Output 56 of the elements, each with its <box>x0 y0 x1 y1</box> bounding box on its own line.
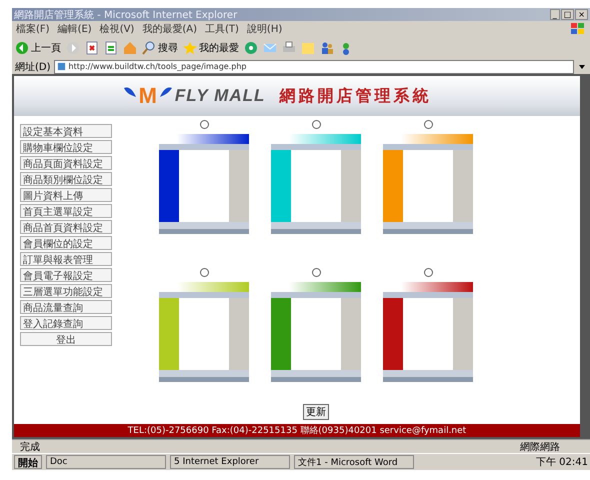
status-text: 完成 <box>20 440 40 454</box>
menu-item[interactable]: 檔案(F) <box>16 22 50 36</box>
search-button[interactable]: 搜尋 <box>142 41 178 55</box>
wing-icon <box>122 86 137 98</box>
window-title: 網路開店管理系統 - Microsoft Internet Explorer <box>14 8 238 22</box>
back-button[interactable]: 上一頁 <box>15 41 61 55</box>
sidebar-button[interactable]: 登入記錄查詢 <box>20 316 112 330</box>
address-label: 網址(D) <box>15 60 51 74</box>
menu-item[interactable]: 說明(H) <box>246 22 282 36</box>
taskbar-button[interactable]: 文件1 - Microsoft Word <box>294 455 414 469</box>
print-icon[interactable] <box>282 41 296 55</box>
stop-icon[interactable] <box>85 41 99 55</box>
radio-button[interactable] <box>200 268 208 277</box>
radio-button[interactable] <box>424 268 432 277</box>
favorites-button[interactable]: 我的最愛 <box>183 41 239 55</box>
sidebar-button[interactable]: 登出 <box>20 332 112 346</box>
wing-icon <box>158 86 173 98</box>
window-control-button[interactable]: □ <box>560 9 574 20</box>
star-icon <box>183 41 197 55</box>
logo-letter: M <box>138 85 157 107</box>
address-field[interactable]: http://www.buildtw.ch/tools_page/image.php <box>54 60 574 74</box>
sidebar-button[interactable]: 首頁主選單設定 <box>20 204 112 218</box>
sidebar-button[interactable]: 三層選單功能設定 <box>20 284 112 298</box>
radio-button[interactable] <box>424 120 432 129</box>
taskbar-button[interactable]: 5 Internet Explorer <box>170 455 290 469</box>
menu-item[interactable]: 我的最愛(A) <box>142 22 197 36</box>
sidebar-button[interactable]: 會員電子報設定 <box>20 268 112 282</box>
menu-item[interactable]: 編輯(E) <box>58 22 92 36</box>
sidebar-button[interactable]: 訂單與報表管理 <box>20 252 112 266</box>
sidebar-button[interactable]: 會員欄位的設定 <box>20 236 112 250</box>
sidebar-button[interactable]: 商品頁面資料設定 <box>20 156 112 170</box>
sidebar-button[interactable]: 商品流量查詢 <box>20 300 112 314</box>
start-button[interactable]: 開始 <box>14 455 42 469</box>
radio-button[interactable] <box>312 120 320 129</box>
clock: 下午 02:41 <box>536 456 588 469</box>
windows-logo-icon <box>570 22 586 36</box>
people-icon[interactable] <box>320 41 334 55</box>
radio-button[interactable] <box>312 268 320 277</box>
menu-item[interactable]: 工具(T) <box>205 22 239 36</box>
sidebar-button[interactable]: 設定基本資料 <box>20 124 112 138</box>
sidebar-button[interactable]: 圖片資料上傳 <box>20 188 112 202</box>
sidebar-button[interactable]: 購物車欄位設定 <box>20 140 112 154</box>
window-control-button[interactable]: × <box>575 9 588 20</box>
menu-item[interactable]: 檢視(V) <box>100 22 134 36</box>
radio-button[interactable] <box>200 120 208 129</box>
logo-text: FLY MALL <box>174 86 266 106</box>
sidebar-button[interactable]: 商品首頁資料設定 <box>20 220 112 234</box>
media-icon[interactable] <box>244 41 258 55</box>
zone-text: 網際網路 <box>520 440 560 454</box>
system-title: 網路開店管理系統 <box>279 86 432 106</box>
contact-text: TEL:(05)-2756690 Fax:(04)-22515135 聯絡(0935)40201 service@fymail.net <box>128 424 466 437</box>
window-control-button[interactable]: _ <box>550 9 560 20</box>
sidebar-button[interactable]: 商品類別欄位設定 <box>20 172 112 186</box>
taskbar-button[interactable]: Doc <box>46 455 166 469</box>
update-button[interactable]: 更新 <box>303 404 329 420</box>
search-icon <box>142 41 156 55</box>
